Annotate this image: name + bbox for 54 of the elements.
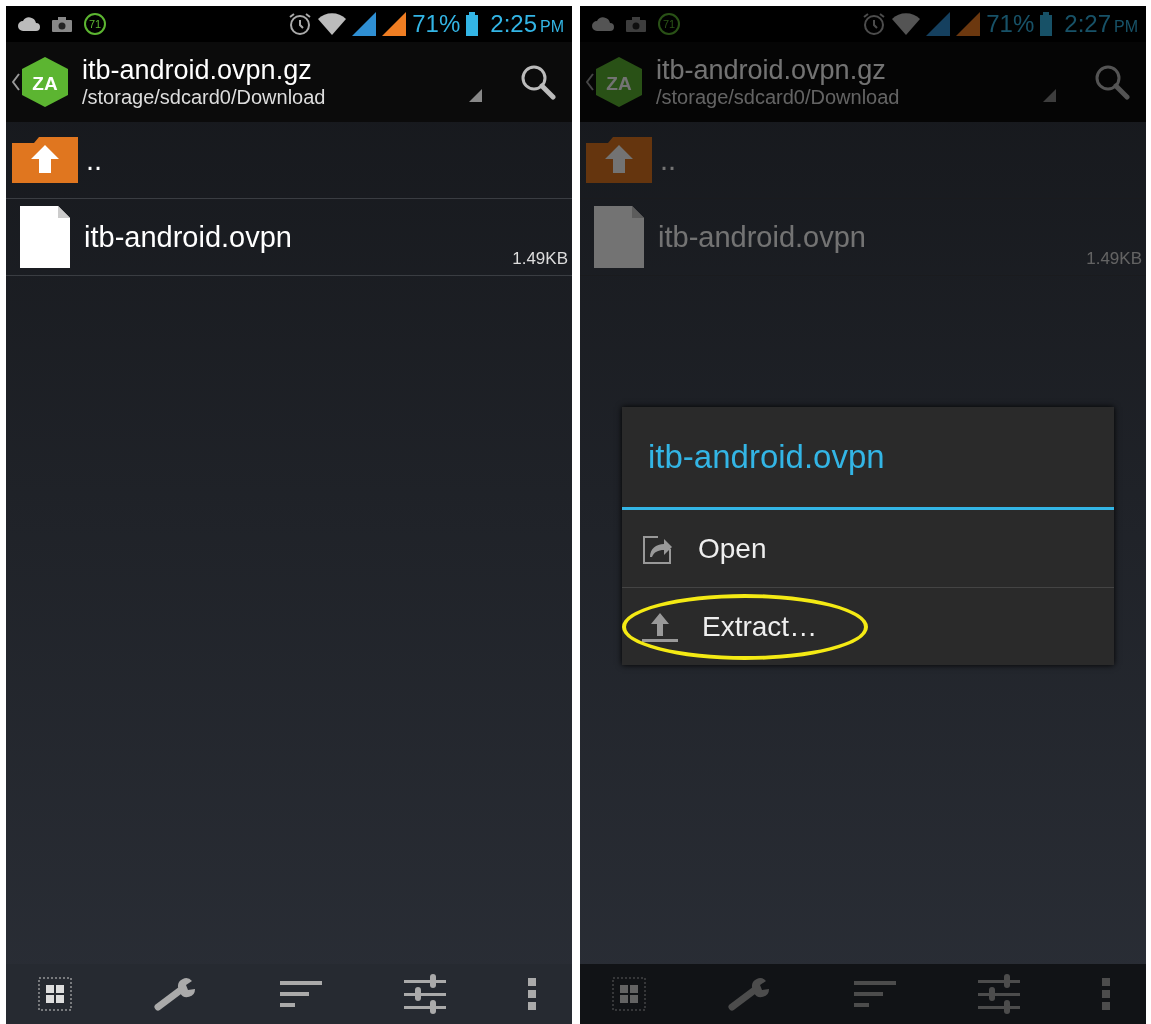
file-list-item[interactable]: itb-android.ovpn 1.49KB: [6, 199, 572, 276]
signal-icon: [352, 12, 377, 36]
alarm-clock-icon: [862, 12, 887, 36]
file-icon: [594, 206, 644, 268]
update-count-badge: 71: [84, 13, 106, 35]
file-list-item[interactable]: itb-android.ovpn 1.49KB: [580, 199, 1146, 276]
battery-icon: [1040, 12, 1053, 36]
app-logo: ZA: [22, 57, 68, 107]
camera-icon: [52, 16, 72, 32]
dropdown-corner-icon[interactable]: [469, 88, 482, 102]
battery-percentage: 71%: [986, 10, 1035, 38]
signal-icon: [382, 12, 407, 36]
battery-icon: [466, 12, 479, 36]
file-list-item[interactable]: ..: [6, 122, 572, 199]
cloud-icon: [18, 17, 40, 31]
sliders-icon[interactable]: [978, 974, 1020, 1014]
sort-icon[interactable]: [280, 979, 322, 1009]
cloud-icon: [592, 17, 614, 31]
menu-item-label: Open: [698, 532, 767, 565]
camera-icon: [626, 16, 646, 32]
signal-icon: [956, 12, 981, 36]
menu-item[interactable]: Open: [622, 510, 1114, 587]
clock: 2:25 PM: [490, 10, 564, 38]
search-icon[interactable]: [520, 64, 556, 100]
file-name: ..: [660, 143, 677, 177]
sliders-icon[interactable]: [404, 974, 446, 1014]
folder-path: /storage/sdcard0/Download: [82, 86, 327, 109]
file-name: itb-android.ovpn: [658, 220, 866, 254]
wifi-icon: [892, 13, 921, 35]
archive-title: itb-android.ovpn.gz: [656, 55, 887, 86]
file-list-item[interactable]: ..: [580, 122, 1146, 199]
file-name: ..: [86, 143, 103, 177]
file-name: itb-android.ovpn: [84, 220, 292, 254]
wrench-icon[interactable]: [154, 977, 198, 1011]
folder-up-icon: [12, 137, 78, 183]
file-size: 1.49KB: [1086, 249, 1142, 269]
signal-icon: [926, 12, 951, 36]
file-size: 1.49KB: [512, 249, 568, 269]
dialog-title: itb-android.ovpn: [622, 407, 1114, 510]
folder-path: /storage/sdcard0/Download: [656, 86, 901, 109]
clock: 2:27 PM: [1064, 10, 1138, 38]
archive-title: itb-android.ovpn.gz: [82, 55, 313, 86]
file-icon: [20, 206, 70, 268]
menu-item-label: Extract…: [702, 610, 818, 643]
overflow-menu-icon[interactable]: [528, 978, 536, 1010]
wifi-icon: [318, 13, 347, 35]
update-count-badge: 71: [658, 13, 680, 35]
back-chevron-icon[interactable]: [12, 73, 20, 91]
battery-percentage: 71%: [412, 10, 461, 38]
select-all-icon[interactable]: [38, 977, 72, 1011]
folder-up-icon: [586, 137, 652, 183]
alarm-clock-icon: [288, 12, 313, 36]
app-logo: ZA: [596, 57, 642, 107]
menu-item[interactable]: Extract…: [622, 587, 1114, 665]
